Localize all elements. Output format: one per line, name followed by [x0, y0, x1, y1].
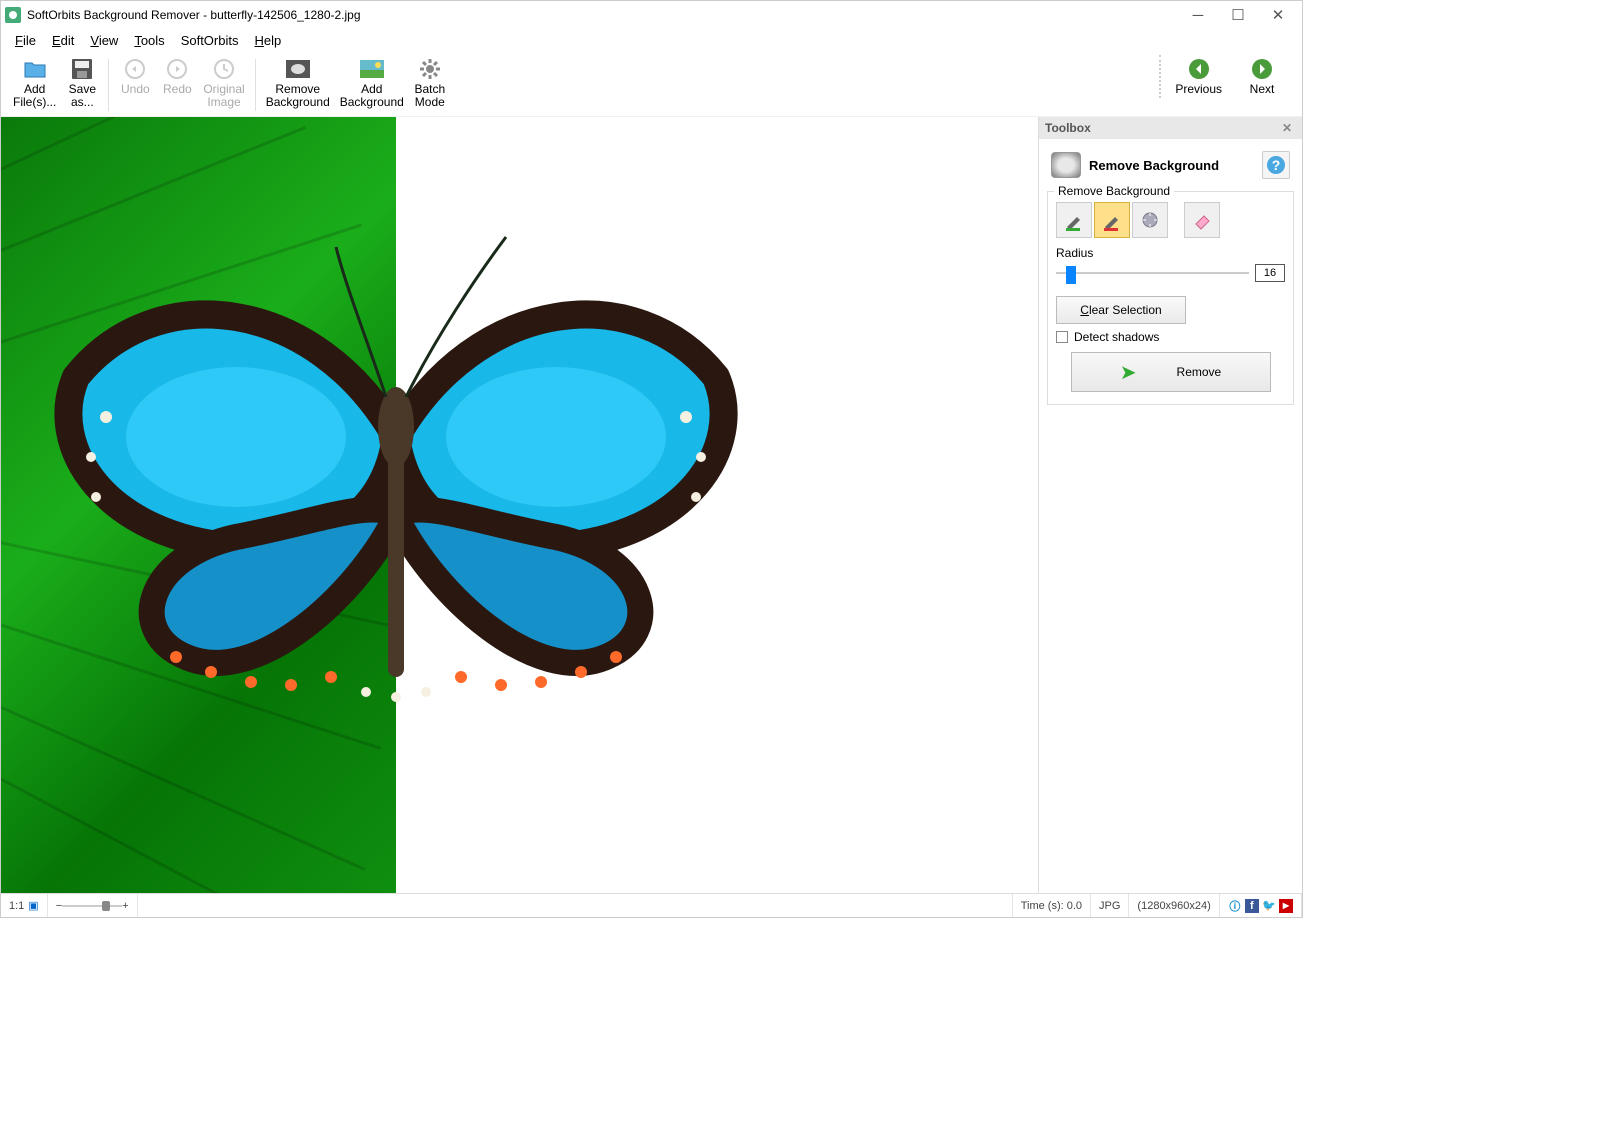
- batch-mode-label: Batch Mode: [414, 83, 445, 109]
- app-icon: [5, 7, 21, 23]
- ellipse-thumbnail-icon: [1051, 152, 1081, 178]
- toolbar: Add File(s)... Save as... Undo Redo Orig…: [1, 51, 1302, 117]
- maximize-button[interactable]: ☐: [1218, 1, 1258, 29]
- zoom-slider[interactable]: [62, 903, 122, 909]
- detect-shadows-label: Detect shadows: [1074, 330, 1159, 344]
- scale-indicator[interactable]: 1:1 ▣: [1, 894, 48, 917]
- toolbar-separator: [255, 59, 256, 111]
- toolbox-panel: Toolbox ✕ Remove Background ? Remove Bac…: [1038, 117, 1302, 893]
- facebook-icon[interactable]: f: [1245, 899, 1259, 913]
- previous-button[interactable]: Previous: [1171, 55, 1226, 98]
- window-title: SoftOrbits Background Remover - butterfl…: [27, 8, 1178, 22]
- redo-label: Redo: [163, 83, 192, 96]
- add-files-button[interactable]: Add File(s)...: [9, 55, 60, 111]
- redo-button[interactable]: Redo: [157, 55, 197, 98]
- title-bar: SoftOrbits Background Remover - butterfl…: [1, 1, 1302, 29]
- menu-file[interactable]: File: [9, 31, 42, 50]
- arrow-right-icon: [1250, 57, 1274, 81]
- youtube-icon[interactable]: ▶: [1279, 899, 1293, 913]
- toolbox-header: Toolbox ✕: [1039, 117, 1302, 139]
- svg-text:?: ?: [1272, 157, 1281, 173]
- remove-background-button[interactable]: Remove Background: [262, 55, 334, 111]
- add-files-label: Add File(s)...: [13, 83, 56, 109]
- arrow-left-icon: [1187, 57, 1211, 81]
- gear-icon: [418, 57, 442, 81]
- ellipse-icon: [286, 57, 310, 81]
- menu-edit[interactable]: Edit: [46, 31, 80, 50]
- arrow-right-icon: ➤: [1120, 360, 1137, 385]
- original-image-button[interactable]: Original Image: [199, 55, 248, 111]
- close-button[interactable]: ✕: [1258, 1, 1298, 29]
- marker-green-tool[interactable]: [1056, 202, 1092, 238]
- add-background-label: Add Background: [340, 83, 404, 109]
- help-button[interactable]: ?: [1262, 151, 1290, 179]
- add-background-button[interactable]: Add Background: [336, 55, 408, 111]
- previous-label: Previous: [1175, 83, 1222, 96]
- image-canvas[interactable]: [1, 117, 1038, 893]
- menu-help[interactable]: Help: [248, 31, 287, 50]
- status-time: Time (s): 0.0: [1013, 894, 1091, 917]
- group-legend: Remove Background: [1054, 184, 1174, 198]
- remove-background-label: Remove Background: [266, 83, 330, 109]
- toolbar-separator: [108, 59, 109, 111]
- radius-value[interactable]: 16: [1255, 264, 1285, 282]
- zoom-controls[interactable]: − +: [48, 894, 138, 917]
- save-as-button[interactable]: Save as...: [62, 55, 102, 111]
- undo-icon: [123, 57, 147, 81]
- status-format: JPG: [1091, 894, 1129, 917]
- original-image-label: Original Image: [203, 83, 244, 109]
- info-icon[interactable]: ⓘ: [1228, 899, 1242, 913]
- detect-shadows-checkbox[interactable]: Detect shadows: [1056, 330, 1285, 344]
- menu-tools[interactable]: Tools: [128, 31, 170, 50]
- eraser-tool[interactable]: [1184, 202, 1220, 238]
- marker-red-tool[interactable]: [1094, 202, 1130, 238]
- scale-label: 1:1: [9, 900, 24, 912]
- undo-button[interactable]: Undo: [115, 55, 155, 98]
- next-button[interactable]: Next: [1242, 55, 1282, 98]
- toolbox-close-icon[interactable]: ✕: [1278, 121, 1296, 135]
- remove-background-group: Remove Background Radius 16 Clear Selec: [1047, 191, 1294, 405]
- landscape-icon: [360, 57, 384, 81]
- status-bar: 1:1 ▣ − + Time (s): 0.0 JPG (1280x960x24…: [1, 893, 1302, 917]
- social-links: ⓘ f 🐦 ▶: [1220, 894, 1302, 917]
- save-as-label: Save as...: [69, 83, 96, 109]
- clear-selection-button[interactable]: Clear Selection: [1056, 296, 1186, 324]
- remove-button[interactable]: ➤ Remove: [1071, 352, 1271, 392]
- fit-screen-icon: ▣: [28, 899, 38, 912]
- toolbox-header-label: Toolbox: [1045, 121, 1091, 135]
- radius-label: Radius: [1056, 246, 1285, 260]
- menu-view[interactable]: View: [84, 31, 124, 50]
- checkbox-icon: [1056, 331, 1068, 343]
- magic-wand-tool[interactable]: [1132, 202, 1168, 238]
- menu-bar: File Edit View Tools SoftOrbits Help: [1, 29, 1302, 51]
- floppy-icon: [70, 57, 94, 81]
- status-dimensions: (1280x960x24): [1129, 894, 1219, 917]
- undo-label: Undo: [121, 83, 150, 96]
- toolbox-title: Remove Background: [1089, 158, 1254, 173]
- redo-icon: [165, 57, 189, 81]
- next-label: Next: [1250, 83, 1275, 96]
- folder-open-icon: [23, 57, 47, 81]
- twitter-icon[interactable]: 🐦: [1262, 899, 1276, 913]
- radius-slider[interactable]: [1056, 264, 1249, 282]
- clock-icon: [212, 57, 236, 81]
- batch-mode-button[interactable]: Batch Mode: [410, 55, 450, 111]
- remove-button-label: Remove: [1177, 365, 1222, 379]
- butterfly-image: [36, 217, 756, 737]
- zoom-in-icon[interactable]: +: [122, 900, 128, 912]
- menu-softorbits[interactable]: SoftOrbits: [175, 31, 245, 50]
- minimize-button[interactable]: ─: [1178, 1, 1218, 29]
